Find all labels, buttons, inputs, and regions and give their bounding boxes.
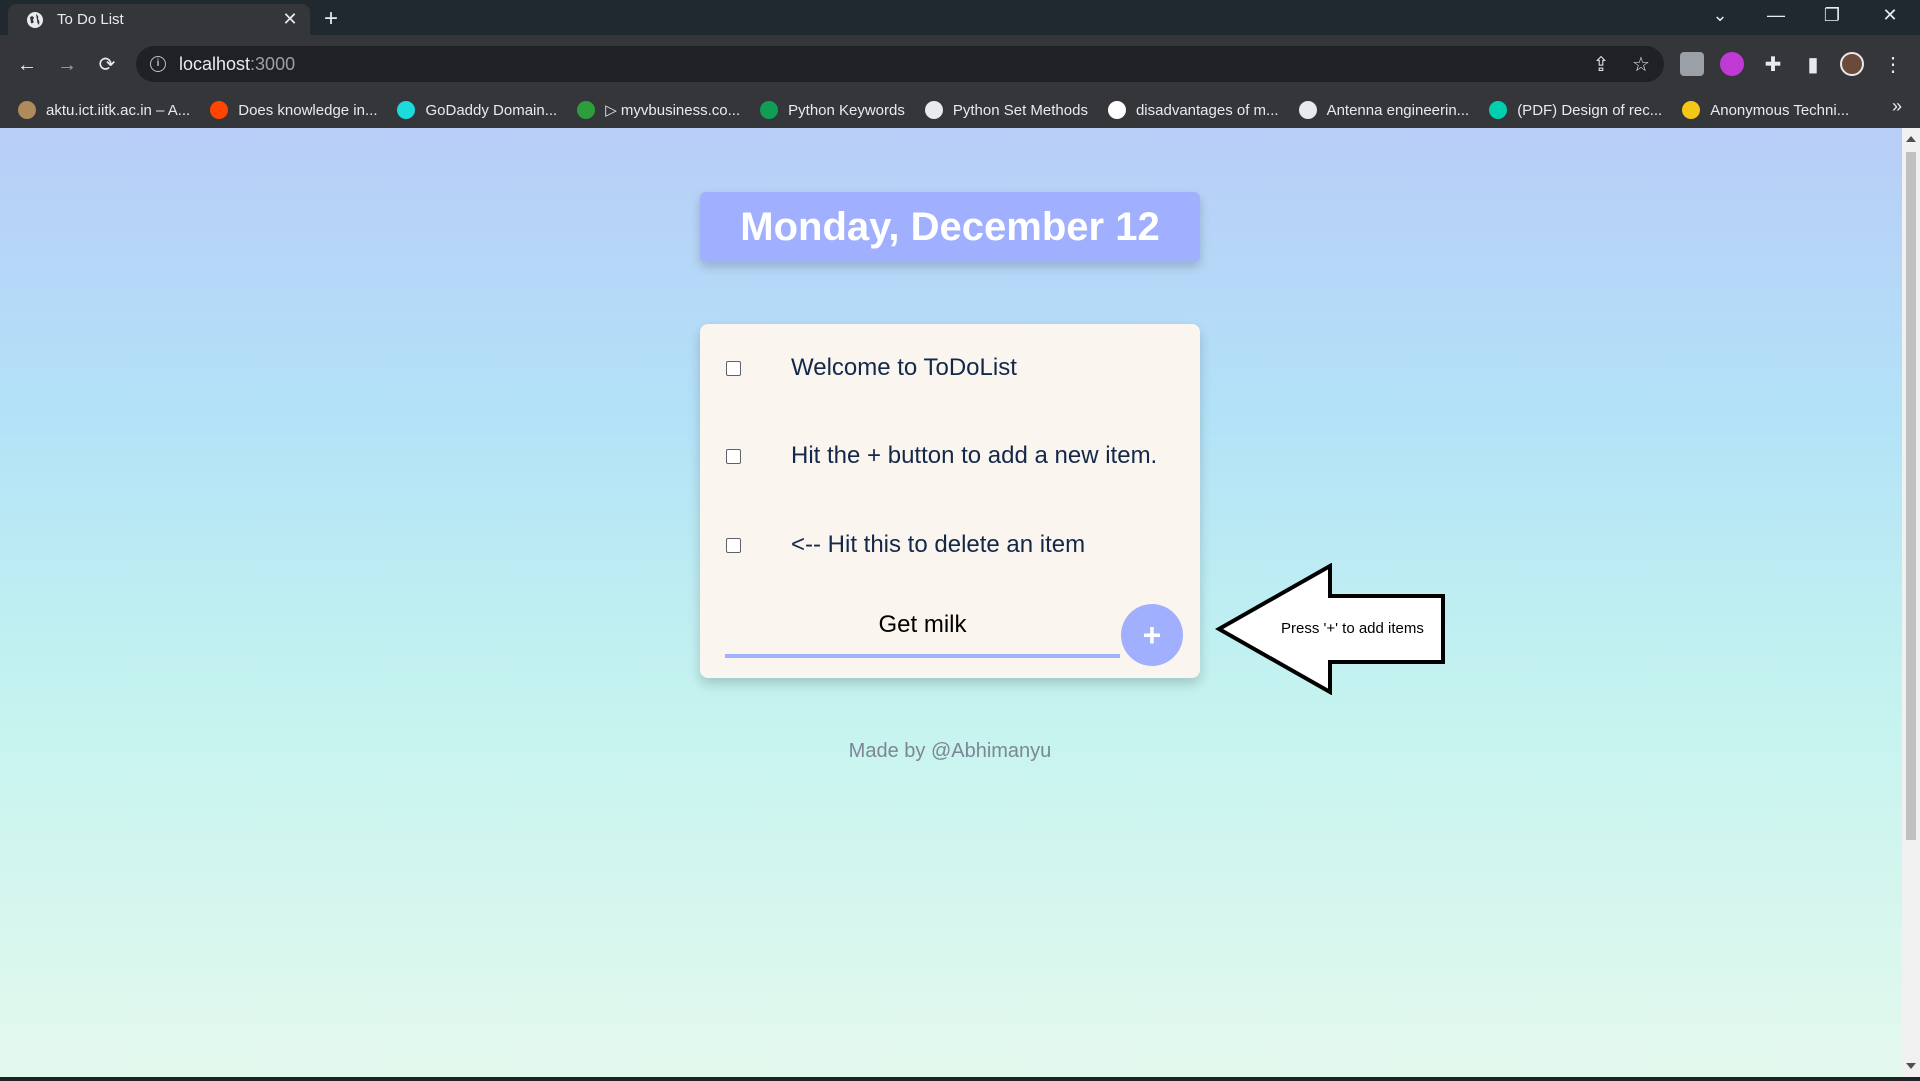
date-heading: Monday, December 12 [740, 204, 1160, 249]
bookmark-favicon-icon [924, 101, 943, 119]
new-item-input[interactable] [725, 596, 1120, 658]
bookmark-favicon-icon [1489, 101, 1508, 119]
window-bottom-edge [0, 1077, 1920, 1081]
todo-checkbox[interactable] [726, 537, 741, 553]
date-heading-box: Monday, December 12 [700, 192, 1200, 262]
bookmark-item[interactable]: (PDF) Design of rec... [1489, 101, 1662, 119]
minimize-icon[interactable]: — [1756, 5, 1796, 26]
new-tab-button[interactable]: + [324, 7, 338, 31]
footer-credit: Made by @Abhimanyu [848, 740, 1052, 762]
bookmark-item[interactable]: Anonymous Techni... [1682, 101, 1849, 119]
extension-icon-1[interactable] [1680, 52, 1704, 76]
bookmark-favicon-icon [397, 101, 416, 119]
bookmark-item[interactable]: Python Keywords [760, 101, 905, 119]
bookmark-item[interactable]: Antenna engineerin... [1298, 101, 1469, 119]
bookmark-item[interactable]: Does knowledge in... [210, 101, 377, 119]
site-info-icon[interactable]: i [150, 56, 166, 72]
todo-item-text: <-- Hit this to delete an item [791, 531, 1086, 558]
todo-checkbox[interactable] [726, 360, 741, 376]
close-window-icon[interactable]: ✕ [1870, 5, 1910, 26]
bookmarks-bar: aktu.ict.iitk.ac.in – A... Does knowledg… [0, 92, 1920, 128]
bookmark-star-icon[interactable]: ☆ [1628, 52, 1654, 77]
tab-title: To Do List [57, 11, 124, 28]
url-port: :3000 [250, 53, 296, 74]
annotation-text: Press '+' to add items [1281, 620, 1424, 637]
bookmark-favicon-icon [18, 101, 36, 119]
reload-icon[interactable]: ⟳ [94, 51, 120, 79]
todo-item-text: Welcome to ToDoList [791, 354, 1017, 381]
scrollbar[interactable] [1902, 128, 1920, 1077]
bookmark-item[interactable]: disadvantages of m... [1107, 101, 1279, 119]
add-item-button[interactable]: + [1121, 604, 1183, 666]
bookmark-item[interactable]: ▷ myvbusiness.co... [577, 101, 740, 119]
scroll-down-icon[interactable] [1906, 1063, 1916, 1069]
bookmark-item[interactable]: aktu.ict.iitk.ac.in – A... [18, 101, 190, 119]
bookmark-favicon-icon [1298, 101, 1317, 119]
bookmark-favicon-icon [1107, 101, 1126, 119]
extensions-puzzle-icon[interactable]: ✚ [1760, 52, 1786, 77]
extension-icon-2[interactable] [1720, 52, 1744, 76]
back-icon[interactable]: ← [14, 51, 40, 79]
profile-avatar[interactable] [1840, 52, 1864, 76]
share-icon[interactable]: ⇪ [1588, 52, 1614, 77]
bookmark-favicon-icon [1682, 101, 1701, 119]
bookmark-item[interactable]: Python Set Methods [924, 101, 1088, 119]
scroll-up-icon[interactable] [1906, 136, 1916, 142]
tab-close-icon[interactable]: ✕ [280, 9, 300, 30]
todo-item-text: Hit the + button to add a new item. [791, 442, 1158, 469]
bookmark-favicon-icon [210, 101, 229, 119]
bookmark-favicon-icon [577, 101, 596, 119]
url-host: localhost [179, 53, 251, 74]
tab-search-icon[interactable]: ⌄ [1700, 5, 1740, 26]
browser-menu-icon[interactable]: ⋮ [1880, 52, 1906, 77]
restore-icon[interactable]: ❐ [1812, 5, 1852, 26]
address-bar[interactable]: i localhost:3000 [136, 46, 1664, 82]
bookmarks-overflow-icon[interactable]: » [1892, 96, 1902, 117]
todo-item: Hit the + button to add a new item. [700, 412, 1200, 500]
todo-item: <-- Hit this to delete an item [700, 501, 1200, 589]
url-text: localhost:3000 [179, 54, 295, 75]
bookmark-favicon-icon [760, 101, 779, 119]
globe-icon [27, 11, 43, 28]
side-panel-icon[interactable]: ▮ [1800, 52, 1826, 77]
scroll-thumb[interactable] [1906, 152, 1916, 840]
todo-card: Welcome to ToDoList Hit the + button to … [700, 324, 1200, 678]
forward-icon[interactable]: → [54, 51, 80, 79]
bookmark-item[interactable]: GoDaddy Domain... [397, 101, 557, 119]
browser-tab[interactable]: To Do List ✕ [8, 4, 310, 35]
todo-checkbox[interactable] [726, 448, 741, 464]
todo-item: Welcome to ToDoList [700, 324, 1200, 412]
